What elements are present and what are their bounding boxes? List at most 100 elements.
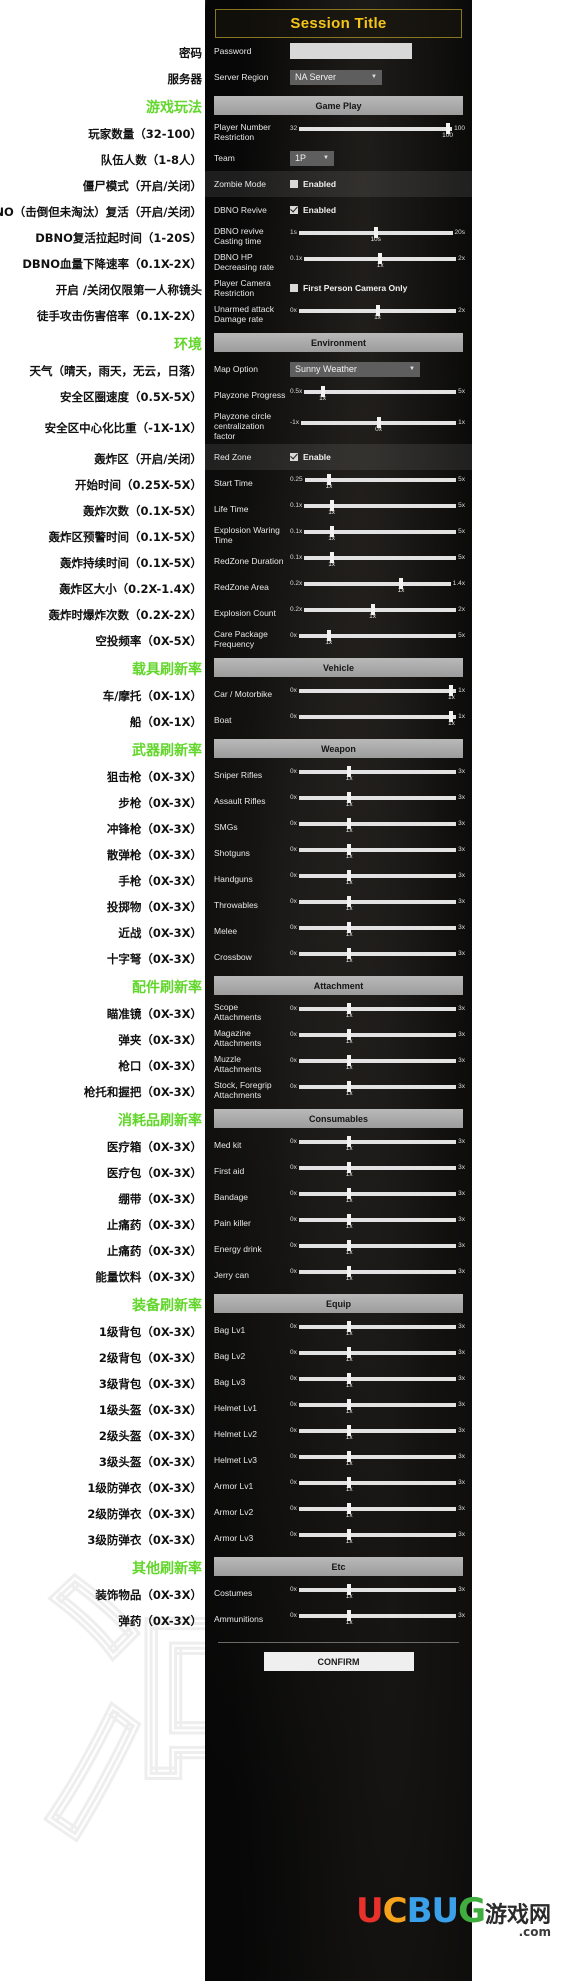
slider-min: 0x [290, 1268, 297, 1275]
setting-control: 0.1x 1x 5x [290, 552, 465, 568]
chevron-down-icon: ▼ [409, 366, 415, 372]
slider-track[interactable]: 0x [301, 417, 457, 433]
slider-track[interactable]: 1x [298, 685, 457, 701]
slider-value: 1x [345, 1274, 353, 1282]
setting-row: Med kit 0x 1x 3x [205, 1132, 472, 1158]
slider-track[interactable]: 1x [298, 1321, 457, 1337]
cn-annotation: 散弹枪（0X-3X） [106, 848, 202, 862]
cn-annotation: 安全区中心化比重（-1X-1X） [44, 421, 202, 435]
slider-track[interactable]: 1x [298, 1055, 457, 1071]
dropdown[interactable]: Sunny Weather ▼ [290, 361, 420, 377]
slider-track[interactable]: 1x [298, 1003, 457, 1019]
checkbox[interactable] [290, 206, 298, 214]
dropdown[interactable]: 1P ▼ [290, 150, 334, 166]
checkbox[interactable] [290, 284, 298, 292]
slider-track[interactable]: 1x [304, 474, 457, 490]
slider-track[interactable]: 1x [298, 1373, 457, 1389]
setting-control: 0.5x 1x 5x [290, 386, 465, 402]
confirm-button[interactable]: CONFIRM [263, 1652, 414, 1671]
slider-min: 0x [290, 1479, 297, 1486]
slider-track[interactable]: 1x [304, 552, 457, 568]
cn-annotation: 天气（晴天，雨天，无云，日落） [29, 364, 203, 378]
slider-min: 0x [290, 1453, 297, 1460]
slider-max: 5x [458, 632, 465, 639]
slider-track[interactable]: 1x [304, 500, 457, 516]
setting-row: Boat 0x 1x 1x [205, 707, 472, 733]
slider-track[interactable]: 1x [298, 922, 457, 938]
slider-max: 3x [458, 1057, 465, 1064]
slider-track[interactable]: 1x [298, 1399, 457, 1415]
slider-min: 1s [290, 229, 297, 236]
slider-track[interactable]: 1x [304, 604, 457, 620]
slider-track[interactable]: 1x [298, 1610, 457, 1626]
checkbox-group[interactable]: First Person Camera Only [290, 283, 407, 293]
slider-value: 0x [375, 425, 383, 433]
checkbox-group[interactable]: Enabled [290, 179, 336, 189]
slider-track[interactable]: 1x [298, 1240, 457, 1256]
setting-control: 1P ▼ [290, 150, 465, 166]
slider-track[interactable]: 1x [298, 630, 457, 646]
checkbox-label: First Person Camera Only [303, 283, 408, 293]
slider-track[interactable]: 1x [298, 1529, 457, 1545]
checkbox-group[interactable]: Enabled [290, 205, 336, 215]
cn-annotation: 能量饮料（0X-3X） [95, 1270, 202, 1284]
slider-track[interactable]: 1x [298, 1162, 457, 1178]
right-gutter [472, 0, 584, 1981]
slider-value: 1x [345, 956, 353, 964]
checkbox[interactable] [290, 180, 298, 188]
slider-track[interactable]: 1x [298, 1136, 457, 1152]
slider-track[interactable]: 1x [298, 1188, 457, 1204]
slider-min: -1x [290, 419, 300, 426]
setting-label: Player Camera Restriction [214, 278, 271, 298]
slider-value: 1x [345, 852, 353, 860]
slider-max: 2x [458, 255, 465, 262]
setting-control: 0.2x 1x 2x [290, 604, 465, 620]
slider-track[interactable]: 1x [298, 1584, 457, 1600]
slider-track[interactable]: 1x [304, 386, 457, 402]
slider-track[interactable]: 1x [304, 578, 451, 594]
slider-min: 32 [290, 125, 298, 132]
slider-track[interactable]: 1x [298, 818, 457, 834]
slider-track[interactable]: 100 [299, 123, 453, 139]
slider-value: 1x [345, 1485, 353, 1493]
slider-track[interactable]: 1x [298, 1081, 457, 1097]
server-region-dropdown[interactable]: NA Server ▼ [290, 69, 382, 85]
session-title[interactable]: Session Title [215, 9, 462, 38]
slider-track[interactable]: 1x [298, 870, 457, 886]
chevron-down-icon: ▼ [371, 74, 377, 80]
slider-max: 1x [458, 419, 465, 426]
slider-track[interactable]: 1x [298, 1029, 457, 1045]
slider-track[interactable]: 1x [304, 253, 457, 269]
setting-row: Melee 0x 1x 3x [205, 918, 472, 944]
setting-row: SMGs 0x 1x 3x [205, 814, 472, 840]
slider-track[interactable]: 1x [298, 1425, 457, 1441]
setting-control: Enable [290, 452, 465, 462]
setting-row: Handguns 0x 1x 3x [205, 866, 472, 892]
slider-value: 1x [345, 774, 353, 782]
slider-track[interactable]: 1x [298, 1503, 457, 1519]
slider-track[interactable]: 1x [298, 1347, 457, 1363]
slider-min: 0x [290, 1505, 297, 1512]
checkbox[interactable] [290, 453, 298, 461]
slider-value: 1x [328, 508, 336, 516]
checkbox-group[interactable]: Enable [290, 452, 331, 462]
slider-track[interactable]: 1x [298, 896, 457, 912]
slider-value: 1x [345, 1511, 353, 1519]
slider-track[interactable]: 1x [298, 766, 457, 782]
slider-track[interactable]: 1x [304, 526, 457, 542]
slider-track[interactable]: 10s [298, 227, 453, 243]
slider-track[interactable]: 1x [298, 792, 457, 808]
slider-track[interactable]: 1x [298, 711, 457, 727]
cn-annotation: 队伍人数（1-8人） [100, 153, 202, 167]
password-input[interactable] [290, 43, 412, 59]
slider-track[interactable]: 1x [298, 948, 457, 964]
slider-track[interactable]: 1x [298, 1451, 457, 1467]
setting-label: Stock, Foregrip Attachments [214, 1080, 272, 1100]
slider-value: 1x [328, 560, 336, 568]
slider-track[interactable]: 1x [298, 1266, 457, 1282]
slider-track[interactable]: 1x [298, 1477, 457, 1493]
setting-row: Pain killer 0x 1x 3x [205, 1210, 472, 1236]
slider-track[interactable]: 1x [298, 1214, 457, 1230]
slider-track[interactable]: 1x [298, 844, 457, 860]
slider-track[interactable]: 1x [298, 305, 457, 321]
